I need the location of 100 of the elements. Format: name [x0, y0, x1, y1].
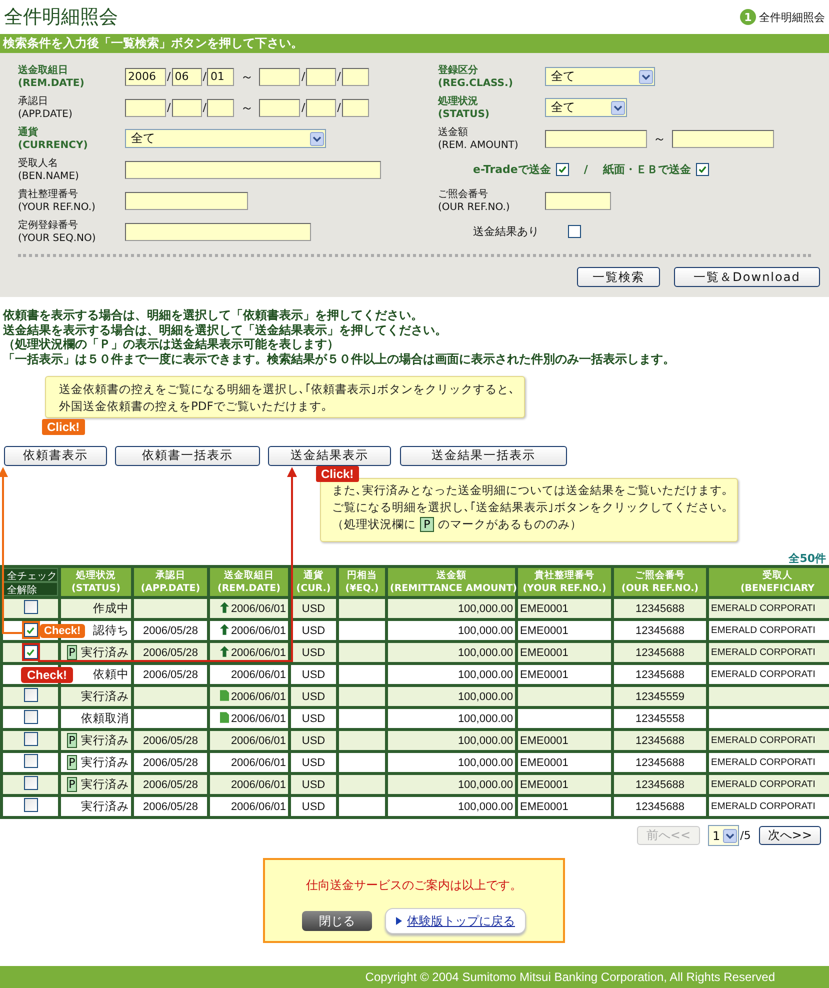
table-cell: USD: [302, 624, 326, 636]
table-cell: 100,000.00: [458, 778, 513, 790]
select-field[interactable]: 全て: [545, 67, 655, 86]
text-field[interactable]: [125, 160, 381, 178]
amount-field[interactable]: [672, 130, 774, 148]
checkbox[interactable]: [24, 688, 38, 702]
table-cell: USD: [302, 668, 326, 680]
year-field[interactable]: [259, 68, 300, 86]
year-field[interactable]: 2006: [125, 68, 166, 86]
tooltip-text: のマークがあるもののみ）: [438, 516, 582, 533]
field-label: 処理状況: [438, 94, 479, 108]
field-sublabel: (REM. AMOUNT): [438, 138, 520, 152]
check-callout: Check!: [40, 624, 85, 638]
select-all-button[interactable]: 全チェック: [3, 568, 58, 582]
text-field[interactable]: [125, 192, 248, 210]
table-cell: 100,000.00: [458, 646, 513, 658]
top-link[interactable]: 体験版トップに戻る: [407, 912, 515, 930]
checkbox[interactable]: [24, 623, 38, 638]
day-field[interactable]: [342, 68, 369, 86]
checkbox[interactable]: [556, 163, 569, 176]
table-cell: 実行済み: [81, 645, 129, 660]
page-select[interactable]: 1: [708, 825, 740, 846]
instruction-text: 「一括表示」は５０件まで一度に表示できます。検索結果が５０件以上の場合は画面に表示された件別のみ一括表示します。: [3, 352, 676, 366]
checkbox[interactable]: [24, 798, 38, 812]
month-field[interactable]: [306, 98, 336, 116]
triangle-icon: [396, 917, 402, 925]
tooltip-text: ご覧になる明細を選択し､｢送金結果表示｣ボタンをクリックしてください｡: [332, 499, 728, 516]
amount-field[interactable]: [545, 130, 647, 148]
table-cell: 2006/05/28: [142, 756, 198, 768]
month-field[interactable]: [306, 68, 336, 86]
table-cell: USD: [302, 756, 326, 768]
select-field[interactable]: 全て: [545, 98, 627, 117]
table-cell: 2006/06/01: [230, 668, 286, 680]
column-header: ご照会番号 (OUR REF.NO.): [612, 566, 708, 598]
text-field[interactable]: [545, 192, 611, 210]
table-cell: 12345688: [636, 668, 684, 680]
day-field[interactable]: [342, 98, 369, 116]
select-all-button[interactable]: 全解除: [3, 582, 58, 596]
table-cell: 12345688: [636, 734, 684, 746]
check-callout: Check!: [21, 667, 74, 683]
checkbox-label: e-Tradeで送金: [473, 162, 551, 177]
date-separator: /: [202, 101, 206, 114]
column-header: 送金取組日 (REM.DATE): [208, 566, 290, 598]
action-button[interactable]: 送金結果表示: [268, 446, 391, 466]
table-cell: 100,000.00: [458, 668, 513, 680]
table-cell: USD: [302, 778, 326, 790]
page-total: /5: [740, 829, 751, 842]
checkbox[interactable]: [568, 225, 581, 238]
action-button[interactable]: 依頼書表示: [4, 446, 107, 466]
day-field[interactable]: 01: [207, 68, 234, 86]
instruction-text: 送金結果を表示する場合は、明細を選択して「送金結果表示」を押してください。: [3, 322, 448, 337]
select-field[interactable]: 全て: [125, 129, 326, 148]
checkbox-label: 紙面・ＥＢで送金: [602, 162, 691, 177]
text-field[interactable]: [125, 222, 311, 240]
field-sublabel: (BEN.NAME): [18, 170, 80, 182]
table-cell: 2006/05/28: [142, 778, 198, 790]
instruction-text: （処理状況欄の「Ｐ」の表示は送金結果表示可能を表します）: [3, 337, 340, 352]
table-cell: EME0001: [520, 800, 568, 812]
checkbox[interactable]: [24, 710, 38, 724]
range-separator: ～: [653, 130, 666, 148]
checkbox[interactable]: [24, 732, 38, 746]
step-label: 全件明細照会: [759, 10, 825, 24]
table-cell: 2006/05/28: [142, 646, 198, 658]
search-button[interactable]: 一覧＆Download: [674, 267, 820, 287]
close-button[interactable]: 閉じる: [302, 911, 372, 931]
checkbox[interactable]: [24, 645, 38, 660]
action-button[interactable]: 送金結果一括表示: [400, 446, 567, 466]
search-button[interactable]: 一覧検索: [577, 267, 660, 287]
next-button[interactable]: 次へ>>: [758, 826, 821, 845]
checkbox[interactable]: [24, 776, 38, 790]
year-field[interactable]: [259, 98, 300, 116]
field-sublabel: (REG.CLASS.): [438, 76, 514, 90]
table-cell: EME0001: [520, 624, 568, 636]
table-cell: 12345688: [636, 778, 684, 790]
field-label: 定例登録番号: [18, 218, 79, 232]
table-cell: EME0001: [520, 602, 568, 614]
day-field[interactable]: [207, 98, 234, 116]
month-field[interactable]: [172, 98, 202, 116]
checkbox[interactable]: [24, 754, 38, 768]
action-button[interactable]: 依頼書一括表示: [115, 446, 260, 466]
up-arrow-icon: [220, 624, 229, 635]
date-separator: /: [301, 70, 306, 83]
checkbox[interactable]: [24, 600, 38, 614]
month-field[interactable]: 06: [172, 68, 202, 86]
up-arrow-icon: [220, 646, 229, 657]
table-cell: 実行済み: [81, 689, 129, 704]
table-cell: EME0001: [520, 646, 568, 658]
range-separator: ～: [240, 100, 254, 116]
year-field[interactable]: [125, 98, 166, 116]
field-label: 登録区分: [438, 64, 479, 76]
column-header: 処理状況 (STATUS): [60, 566, 132, 598]
checkbox[interactable]: [696, 163, 709, 176]
table-cell: 2006/06/01: [230, 756, 286, 768]
table-cell: 100,000.00: [458, 734, 513, 746]
field-sublabel: (STATUS): [438, 108, 490, 120]
p-mark: P: [67, 777, 77, 792]
column-header: 送金額 (REMITTANCE AMOUNT): [386, 566, 516, 598]
date-separator: /: [167, 70, 171, 83]
document-icon: [220, 690, 229, 701]
page-title: 全件明細照会: [4, 5, 118, 30]
